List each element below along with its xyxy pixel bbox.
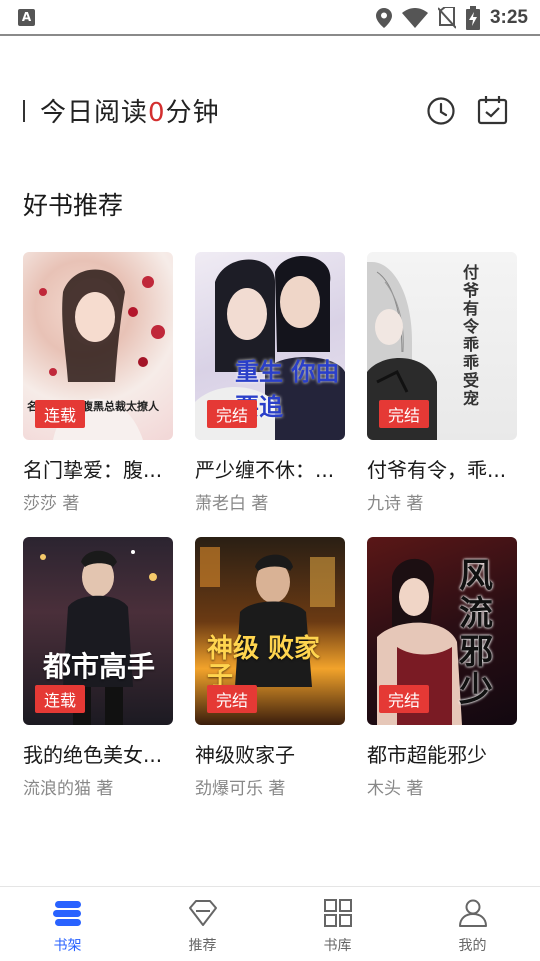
status-time: 3:25	[489, 7, 528, 28]
nav-item-library[interactable]: 书库	[270, 887, 405, 961]
status-badge: 完结	[379, 400, 430, 428]
cover-text: 都市高手	[43, 650, 156, 683]
diamond-icon	[188, 899, 218, 931]
history-clock-icon[interactable]	[426, 96, 456, 130]
book-author: 劲爆可乐 著	[195, 779, 286, 799]
no-sim-icon	[437, 7, 456, 29]
person-icon	[458, 899, 488, 931]
cover-text: 神级 败家子	[207, 634, 321, 692]
today-reading-text: 今日阅读0分钟	[40, 92, 220, 129]
location-icon	[375, 8, 392, 28]
nav-item-mine[interactable]: 我的	[405, 887, 540, 961]
book-title[interactable]: 付爷有令，乖...	[367, 454, 517, 483]
today-reading-bar: 今日阅读0分钟	[0, 84, 540, 138]
book-cover[interactable]: 名门挚爱：腹黑总裁太撩人 连载	[23, 252, 173, 440]
book-title[interactable]: 都市超能邪少	[367, 739, 517, 768]
reading-suffix: 分钟	[165, 98, 220, 128]
status-badge: 连载	[35, 400, 86, 428]
nav-item-recommend[interactable]: 推荐	[135, 887, 270, 961]
book-title[interactable]: 神级败家子	[195, 739, 345, 768]
book-cover[interactable]: 付爷有令 乖乖受宠 完结	[367, 252, 517, 440]
book-title[interactable]: 名门挚爱：腹...	[23, 454, 173, 483]
book-card[interactable]: 都市高手 连载 我的绝色美女... 流浪的猫 著	[23, 537, 173, 799]
nav-label: 书库	[323, 938, 352, 954]
bookshelf-icon	[52, 899, 83, 931]
cover-text: 付爷有令 乖乖受宠	[463, 263, 480, 408]
nav-label: 我的	[458, 938, 487, 954]
wifi-icon	[401, 8, 428, 28]
status-bar: A 3:25	[0, 0, 540, 36]
book-title[interactable]: 我的绝色美女...	[23, 739, 173, 768]
nav-label: 推荐	[188, 938, 217, 954]
status-badge: 完结	[379, 685, 430, 713]
accent-bar	[23, 100, 25, 122]
book-card[interactable]: 重生 你由要追 完结 严少缠不休：... 萧老白 著	[195, 252, 345, 514]
book-card[interactable]: 付爷有令 乖乖受宠 完结 付爷有令，乖... 九诗 著	[367, 252, 517, 514]
app-notification-icon: A	[18, 9, 35, 26]
book-author: 流浪的猫 著	[23, 779, 114, 799]
book-author: 九诗 著	[367, 494, 424, 514]
status-badge: 连载	[35, 685, 86, 713]
book-cover[interactable]: 都市高手 连载	[23, 537, 173, 725]
book-title[interactable]: 严少缠不休：...	[195, 454, 345, 483]
book-cover[interactable]: 神级 败家子 完结	[195, 537, 345, 725]
status-badge: 完结	[207, 685, 258, 713]
book-author: 莎莎 著	[23, 494, 80, 514]
book-card[interactable]: 名门挚爱：腹黑总裁太撩人 连载 名门挚爱：腹... 莎莎 著	[23, 252, 173, 514]
reading-minutes: 0	[148, 98, 166, 128]
book-card[interactable]: 神级 败家子 完结 神级败家子 劲爆可乐 著	[195, 537, 345, 799]
grid-icon	[323, 899, 352, 931]
checkin-calendar-icon[interactable]	[477, 95, 509, 129]
book-author: 木头 著	[367, 779, 424, 799]
book-cover[interactable]: 风流邪少 完结	[367, 537, 517, 725]
bottom-nav: 书架 推荐 书库 我的	[0, 886, 540, 961]
nav-label: 书架	[53, 938, 82, 954]
book-card[interactable]: 风流邪少 完结 都市超能邪少 木头 著	[367, 537, 517, 799]
reading-prefix: 今日阅读	[40, 98, 149, 128]
book-author: 萧老白 著	[195, 494, 269, 514]
cover-text: 风流邪少	[459, 556, 493, 710]
battery-charging-icon	[465, 6, 480, 30]
book-cover[interactable]: 重生 你由要追 完结	[195, 252, 345, 440]
section-title: 好书推荐	[23, 191, 124, 220]
status-badge: 完结	[207, 400, 258, 428]
nav-item-bookshelf[interactable]: 书架	[0, 887, 135, 961]
status-icons: 3:25	[375, 4, 528, 32]
